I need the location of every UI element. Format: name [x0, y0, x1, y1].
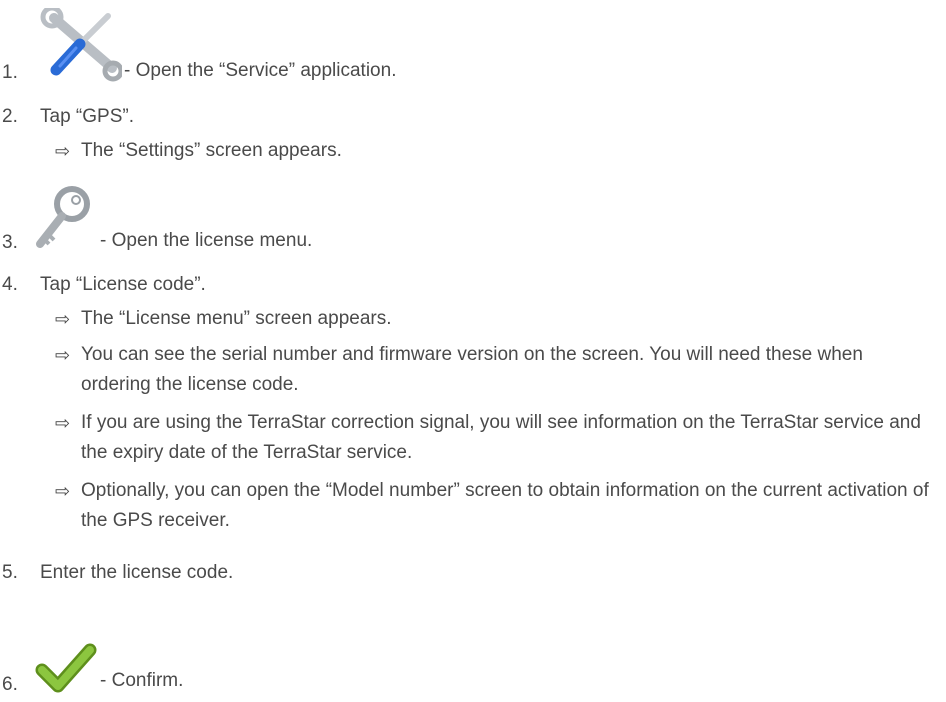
result-item: ⇨ The “License menu” screen appears. [55, 304, 935, 334]
step-4: 4. Tap “License code”. [0, 266, 206, 296]
step-number: 2. [2, 106, 18, 127]
step-text: Tap “License code”. [40, 274, 206, 295]
result-item: ⇨ You can see the serial number and firm… [55, 340, 935, 400]
result-text: The “Settings” screen appears. [81, 140, 342, 161]
step-number: 1. [2, 62, 18, 83]
result-text: The “License menu” screen appears. [81, 308, 392, 329]
result-arrow-icon: ⇨ [55, 141, 71, 161]
step-text: - Open the license menu. [100, 230, 313, 251]
step-2: 2. Tap “GPS”. [0, 98, 134, 128]
result-arrow-icon: ⇨ [55, 345, 71, 365]
result-item: ⇨ Optionally, you can open the “Model nu… [55, 476, 935, 536]
result-arrow-icon: ⇨ [55, 481, 71, 501]
step-5: 5. Enter the license code. [0, 554, 233, 584]
step-text: Enter the license code. [40, 562, 234, 583]
step-text: - Confirm. [100, 670, 184, 691]
result-text: If you are using the TerraStar correctio… [81, 412, 921, 463]
result-item: ⇨ If you are using the TerraStar correct… [55, 408, 935, 468]
step-number: 4. [2, 274, 18, 295]
wrench-screwdriver-icon [32, 5, 124, 84]
step-1: 1. - Open the “Service” application. [0, 5, 397, 84]
result-arrow-icon: ⇨ [55, 413, 71, 433]
result-text: Optionally, you can open the “Model numb… [81, 480, 929, 531]
result-text: You can see the serial number and firmwa… [81, 344, 863, 395]
step-text: - Open the “Service” application. [124, 60, 397, 81]
step-3: 3. - Open the license menu. [0, 184, 312, 254]
result-item: ⇨ The “Settings” screen appears. [55, 136, 935, 166]
step-text: Tap “GPS”. [40, 106, 134, 127]
step-6: 6. - Confirm. [0, 620, 183, 696]
step-number: 3. [2, 232, 18, 253]
step-number: 6. [2, 674, 18, 695]
key-icon [32, 184, 98, 254]
step-number: 5. [2, 562, 18, 583]
result-arrow-icon: ⇨ [55, 309, 71, 329]
checkmark-icon [32, 636, 98, 696]
